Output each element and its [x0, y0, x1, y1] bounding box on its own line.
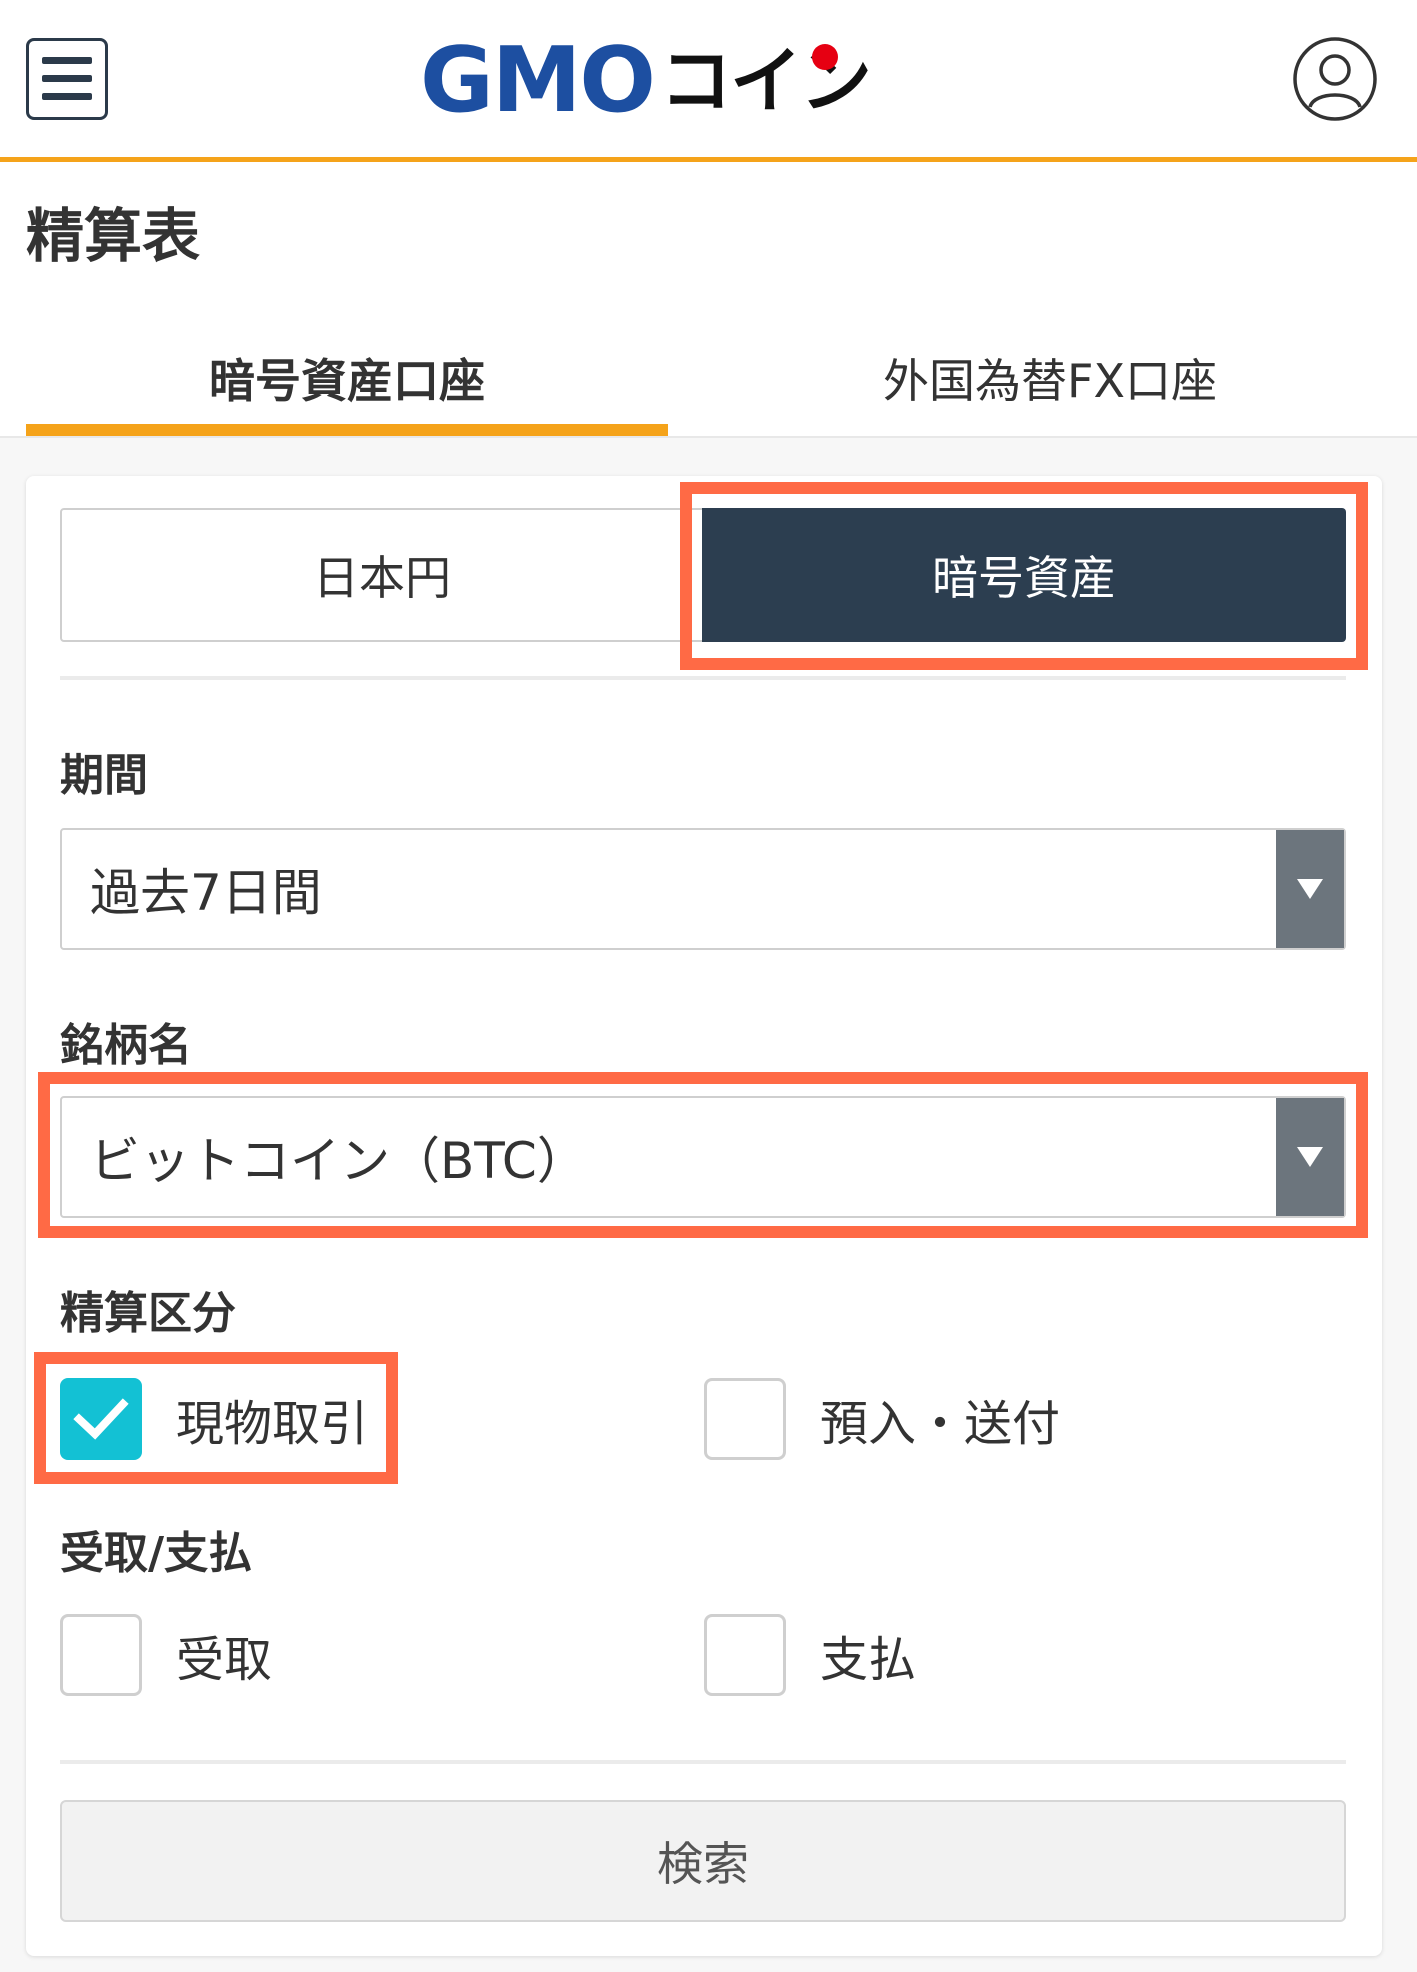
segment-crypto-button[interactable]: 暗号資産 — [702, 508, 1346, 642]
menu-bar-icon — [42, 75, 92, 82]
caret-down-icon — [1297, 1147, 1323, 1167]
tab-crypto-account[interactable]: 暗号資産口座 — [26, 320, 668, 436]
page-title: 精算表 — [26, 202, 201, 270]
period-dropdown-button[interactable] — [1276, 830, 1344, 948]
hamburger-menu-button[interactable] — [26, 38, 108, 120]
checkbox-receipt[interactable]: 受取 — [60, 1614, 272, 1696]
period-label: 期間 — [60, 750, 148, 801]
symbol-select-value: ビットコイン（BTC） — [90, 1132, 587, 1190]
checkbox-box[interactable] — [60, 1614, 142, 1696]
period-select[interactable]: 過去7日間 — [60, 828, 1346, 950]
tab-fx-account[interactable]: 外国為替FX口座 — [700, 320, 1400, 436]
checkmark-icon — [73, 1398, 129, 1440]
receipt-payment-label: 受取/支払 — [60, 1528, 253, 1579]
checkbox-payment[interactable]: 支払 — [704, 1614, 916, 1696]
checkbox-label: 現物取引 — [176, 1396, 369, 1452]
period-select-value: 過去7日間 — [90, 864, 322, 922]
checkbox-spot-trading[interactable]: 現物取引 — [60, 1378, 368, 1460]
menu-bar-icon — [42, 93, 92, 100]
symbol-label: 銘柄名 — [60, 1020, 192, 1071]
checkbox-label: 預入・送付 — [820, 1396, 1061, 1452]
checkbox-label: 受取 — [176, 1632, 273, 1688]
checkbox-box-checked[interactable] — [60, 1378, 142, 1460]
gmo-coin-logo[interactable]: GMO コイン — [420, 28, 872, 133]
logo-coin-text: コイン — [659, 36, 872, 126]
account-tabs: 暗号資産口座 外国為替FX口座 — [0, 320, 1417, 438]
logo-gmo-text: GMO — [420, 28, 656, 133]
search-button[interactable]: 検索 — [60, 1800, 1346, 1922]
logo-red-dot-icon — [811, 44, 838, 70]
app-header: GMO コイン — [0, 0, 1417, 162]
symbol-dropdown-button[interactable] — [1276, 1098, 1344, 1216]
user-icon — [1293, 37, 1377, 121]
menu-bar-icon — [42, 57, 92, 64]
caret-down-icon — [1297, 879, 1323, 899]
symbol-select[interactable]: ビットコイン（BTC） — [60, 1096, 1346, 1218]
settlement-type-label: 精算区分 — [60, 1288, 236, 1339]
page: GMO コイン 精算表 暗号資産口座 外国為替FX口座 日本円 暗号資産 期間 … — [0, 0, 1417, 1972]
checkbox-deposit-send[interactable]: 預入・送付 — [704, 1378, 1060, 1460]
checkbox-label: 支払 — [820, 1632, 917, 1688]
active-tab-indicator — [26, 424, 668, 436]
checkbox-box[interactable] — [704, 1614, 786, 1696]
user-account-button[interactable] — [1292, 36, 1378, 122]
divider — [60, 1760, 1346, 1764]
logo-coin-label: コイン — [659, 39, 872, 123]
checkbox-box[interactable] — [704, 1378, 786, 1460]
divider — [60, 676, 1346, 680]
segment-jpy-button[interactable]: 日本円 — [60, 508, 704, 642]
